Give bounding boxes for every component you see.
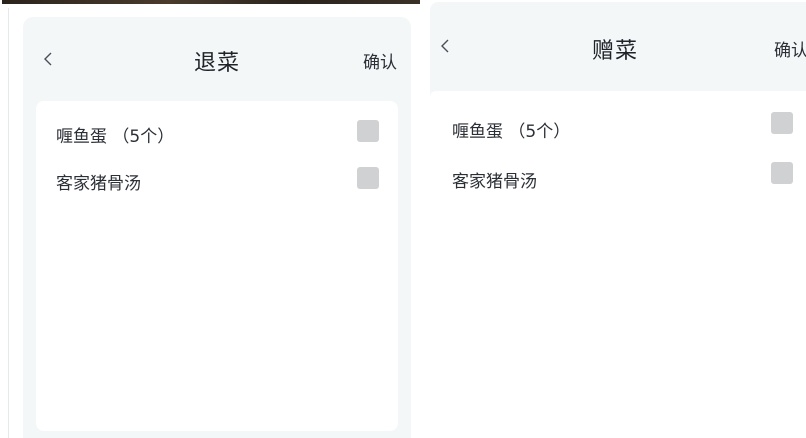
dish-name: 喱鱼蛋 （5个）: [56, 127, 175, 147]
dish-name: 喱鱼蛋 （5个）: [452, 122, 571, 142]
dish-checkbox[interactable]: [771, 112, 793, 134]
confirm-button[interactable]: 确认: [363, 48, 397, 73]
return-dish-dialog: 退菜 确认 喱鱼蛋 （5个） 客家猪骨汤: [23, 17, 411, 438]
list-item[interactable]: 喱鱼蛋 （5个）: [36, 120, 398, 152]
dish-list-panel: 喱鱼蛋 （5个） 客家猪骨汤: [430, 91, 806, 438]
dish-checkbox[interactable]: [771, 162, 793, 184]
background-panel-edge: [0, 8, 9, 438]
dish-name: 客家猪骨汤: [452, 172, 537, 192]
dialog-title: 赠菜: [591, 39, 638, 64]
confirm-button[interactable]: 确认: [774, 36, 806, 61]
screen: 退菜 确认 喱鱼蛋 （5个） 客家猪骨汤 赠菜 确认 喱鱼蛋 （5个） 客家猪骨…: [0, 0, 806, 438]
dialog-header: 赠菜 确认: [430, 2, 806, 91]
dish-name: 客家猪骨汤: [56, 174, 141, 194]
dialog-header: 退菜 确认: [23, 17, 411, 101]
dish-checkbox[interactable]: [357, 120, 379, 142]
dialog-title: 退菜: [193, 51, 240, 76]
background-image-strip: [2, 0, 420, 4]
dish-checkbox[interactable]: [357, 167, 379, 189]
gift-dish-dialog: 赠菜 确认 喱鱼蛋 （5个） 客家猪骨汤: [430, 2, 806, 438]
list-item[interactable]: 客家猪骨汤: [430, 162, 806, 197]
list-item[interactable]: 喱鱼蛋 （5个）: [430, 112, 806, 147]
list-item[interactable]: 客家猪骨汤: [36, 167, 398, 199]
dish-list-panel: 喱鱼蛋 （5个） 客家猪骨汤: [36, 101, 398, 431]
